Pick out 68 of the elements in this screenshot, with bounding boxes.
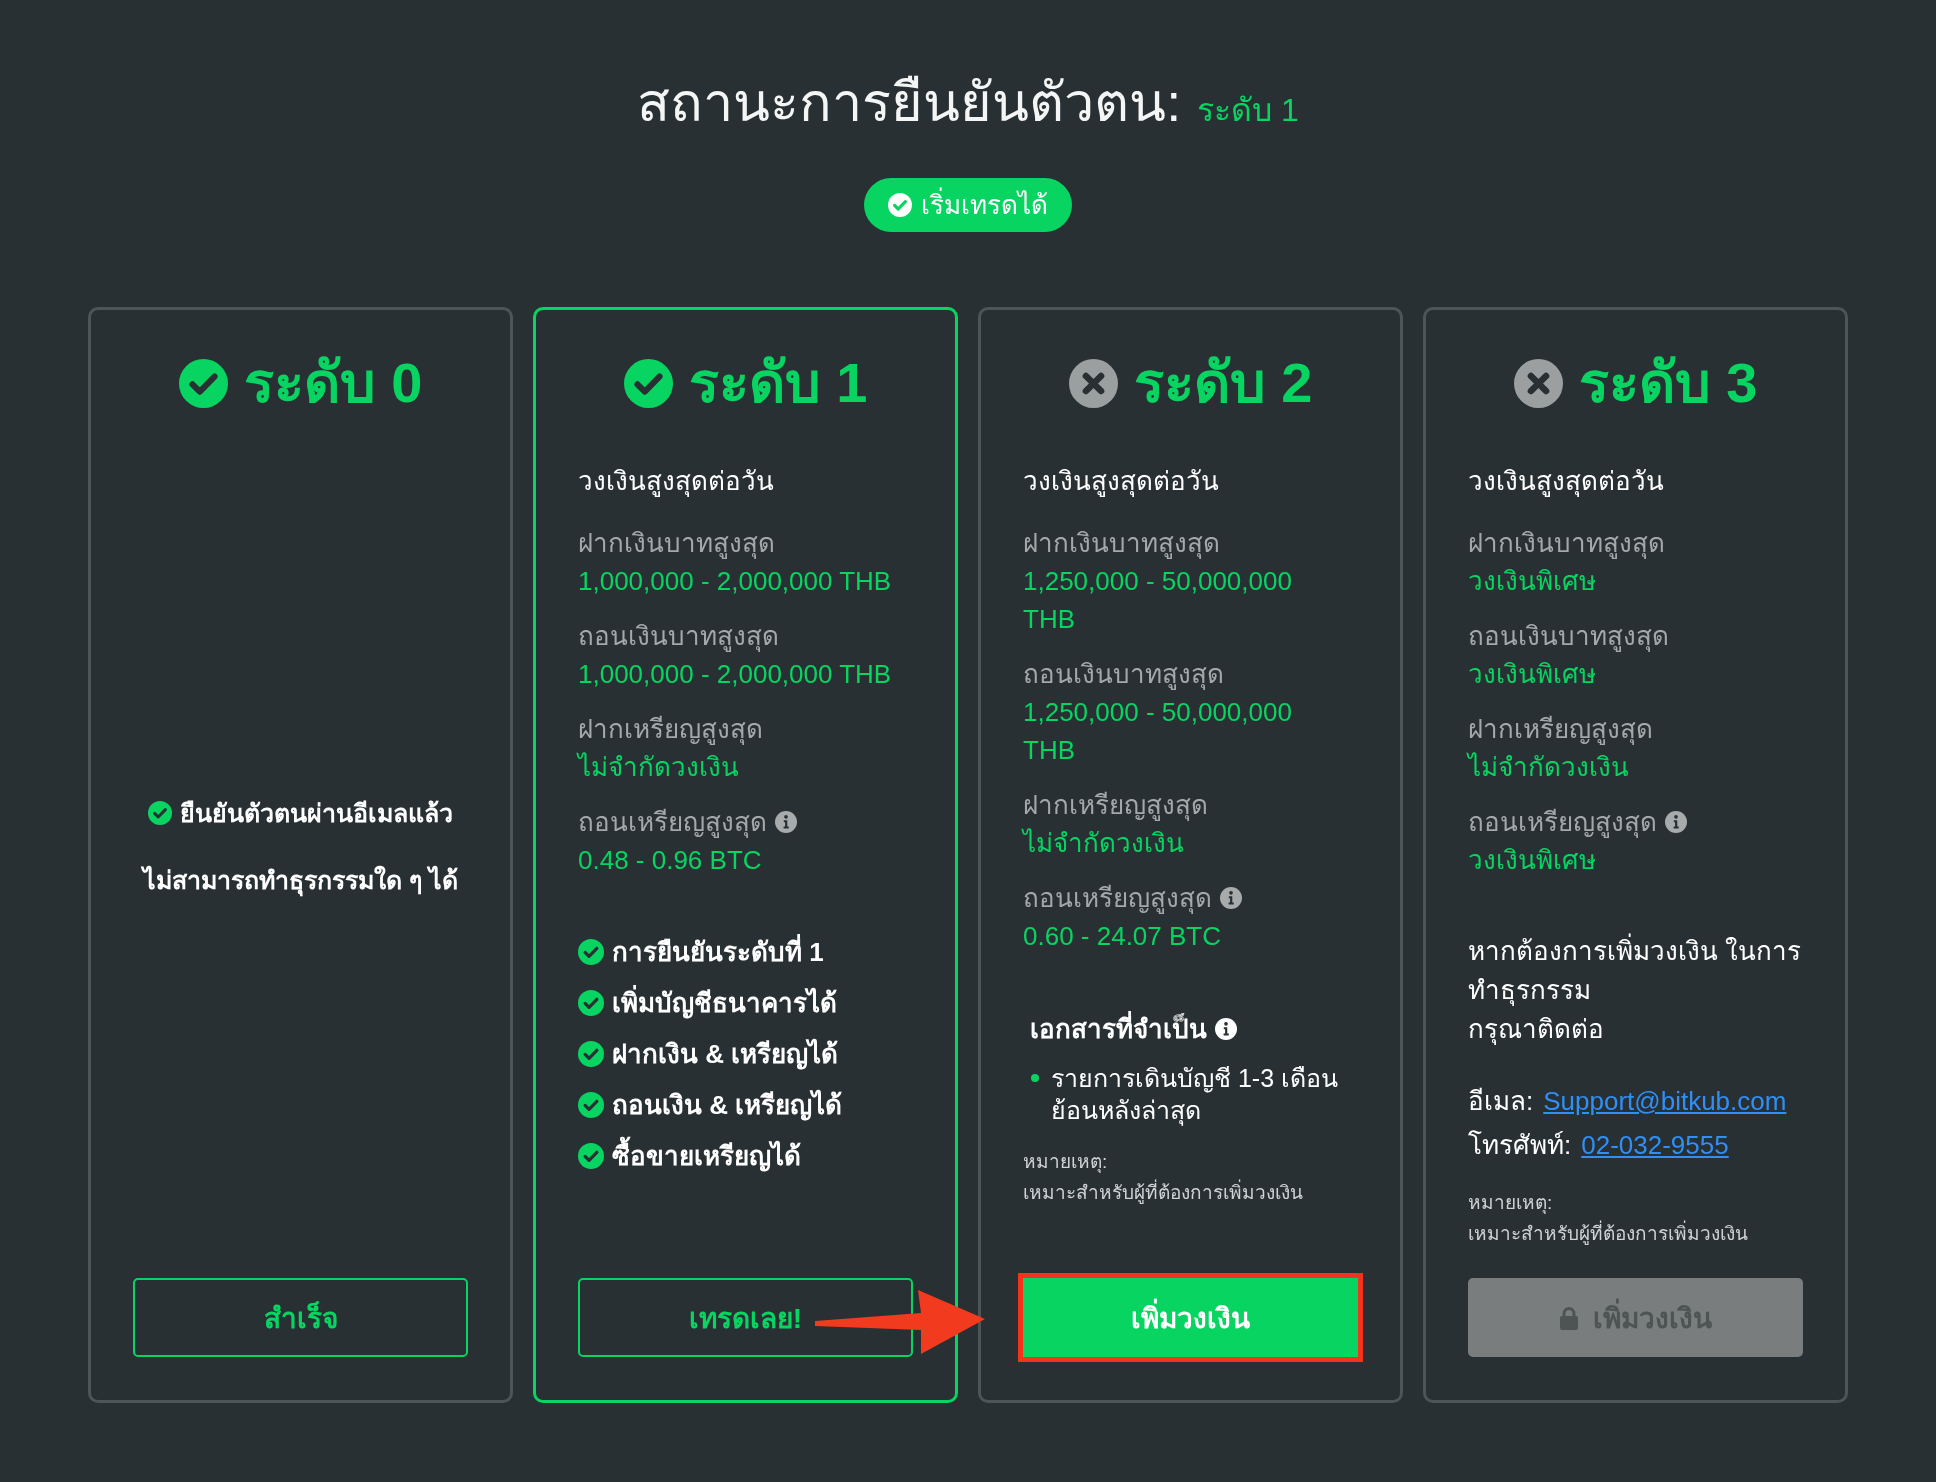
info-icon[interactable] — [1215, 1018, 1237, 1040]
email-label: อีเมล: — [1468, 1085, 1534, 1118]
limit-value: ไม่จำกัดวงเงิน — [1468, 751, 1630, 784]
contact-text: หากต้องการเพิ่มวงเงิน ในการทำธุรกรรม — [1468, 932, 1803, 1010]
limit-label: ถอนเงินบาทสูงสุด — [1468, 620, 1669, 654]
check-circle-icon — [888, 193, 912, 217]
limit-value: ไม่จำกัดวงเงิน — [578, 751, 740, 784]
limit-value: 0.60 - 24.07 BTC — [1023, 920, 1222, 953]
check-circle-icon — [578, 1143, 604, 1169]
note-label: หมายเหตุ: — [1468, 1191, 1554, 1216]
check-circle-icon — [578, 1041, 604, 1067]
current-level: ระดับ 1 — [1197, 91, 1299, 130]
contact-prompt: กรุณาติดต่อ — [1468, 1013, 1605, 1047]
limit-value: 1,000,000 - 2,000,000 THB — [578, 658, 893, 691]
info-icon[interactable] — [1220, 887, 1242, 909]
check-circle-icon — [578, 939, 604, 965]
note-label: หมายเหตุ: — [1023, 1150, 1109, 1175]
limit-label: ถอนเงินบาทสูงสุด — [578, 620, 779, 654]
status-message: ไม่สามารถทำธุรกรรมใด ๆ ได้ — [143, 860, 458, 900]
limit-label: ฝากเหรียญสูงสุด — [578, 713, 763, 747]
feature-text: ซื้อขายเหรียญได้ — [612, 1135, 801, 1177]
action-button[interactable]: สำเร็จ — [133, 1278, 468, 1357]
limits-heading: วงเงินสูงสุดต่อวัน — [1468, 465, 1665, 499]
limit-label: ถอนเงินบาทสูงสุด — [1023, 658, 1224, 692]
limit-value: 1,250,000 - 50,000,000 THB — [1023, 565, 1293, 636]
tier-title: ระดับ 0 — [243, 351, 423, 415]
phone-label: โทรศัพท์: — [1468, 1129, 1572, 1162]
status-label: เริ่มเทรดได้ — [921, 188, 1048, 222]
limit-label: ฝากเงินบาทสูงสุด — [1468, 527, 1665, 561]
feature-text: การยืนยันระดับที่ 1 — [612, 931, 824, 973]
note-text: เหมาะสำหรับผู้ที่ต้องการเพิ่มวงเงิน — [1023, 1177, 1358, 1208]
action-button[interactable]: เทรดเลย! — [578, 1278, 913, 1357]
limit-label: ฝากเหรียญสูงสุด — [1023, 789, 1208, 823]
feature-text: เพิ่มบัญชีธนาคารได้ — [612, 982, 837, 1024]
info-icon[interactable] — [1665, 811, 1687, 833]
lock-icon — [1559, 1305, 1579, 1330]
document-item: รายการเดินบัญชี 1-3 เดือน ย้อนหลังล่าสุด — [1051, 1063, 1340, 1126]
phone-link[interactable]: 02-032-9555 — [1581, 1123, 1729, 1167]
limit-label: ฝากเหรียญสูงสุด — [1468, 713, 1653, 747]
tier-title: ระดับ 1 — [688, 351, 868, 415]
limits-heading: วงเงินสูงสุดต่อวัน — [578, 465, 775, 499]
limit-value: 1,000,000 - 2,000,000 THB — [578, 565, 893, 598]
feature-text: ถอนเงิน & เหรียญได้ — [612, 1088, 843, 1123]
limit-value: วงเงินพิเศษ — [1468, 844, 1597, 877]
tier-title: ระดับ 3 — [1578, 351, 1758, 415]
limit-value: วงเงินพิเศษ — [1468, 565, 1597, 598]
limit-label: ถอนเหรียญสูงสุด — [578, 806, 767, 840]
email-link[interactable]: Support@bitkub.com — [1543, 1079, 1787, 1123]
documents-heading: เอกสารที่จำเป็น — [1030, 1009, 1207, 1049]
limit-label: ฝากเงินบาทสูงสุด — [578, 527, 775, 561]
check-circle-icon — [148, 801, 172, 825]
info-icon[interactable] — [775, 811, 797, 833]
limit-value: ไม่จำกัดวงเงิน — [1023, 827, 1185, 860]
check-circle-icon — [578, 990, 604, 1016]
bullet-icon — [1031, 1074, 1039, 1082]
note-text: เหมาะสำหรับผู้ที่ต้องการเพิ่มวงเงิน — [1468, 1218, 1803, 1249]
limit-label: ฝากเงินบาทสูงสุด — [1023, 527, 1220, 561]
page-title: สถานะการยืนยันตัวตน: — [637, 71, 1182, 134]
limit-label: ถอนเหรียญสูงสุด — [1023, 882, 1212, 916]
status-message: ยืนยันตัวตนผ่านอีเมลแล้ว — [180, 798, 453, 829]
limit-label: ถอนเหรียญสูงสุด — [1468, 806, 1657, 840]
limit-value: 1,250,000 - 50,000,000 THB — [1023, 696, 1293, 767]
limit-value: วงเงินพิเศษ — [1468, 658, 1597, 691]
limit-value: 0.48 - 0.96 BTC — [578, 844, 763, 877]
limits-heading: วงเงินสูงสุดต่อวัน — [1023, 465, 1220, 499]
feature-text: ฝากเงิน & เหรียญได้ — [612, 1037, 839, 1072]
tier-title: ระดับ 2 — [1133, 351, 1313, 415]
check-circle-icon — [578, 1092, 604, 1118]
